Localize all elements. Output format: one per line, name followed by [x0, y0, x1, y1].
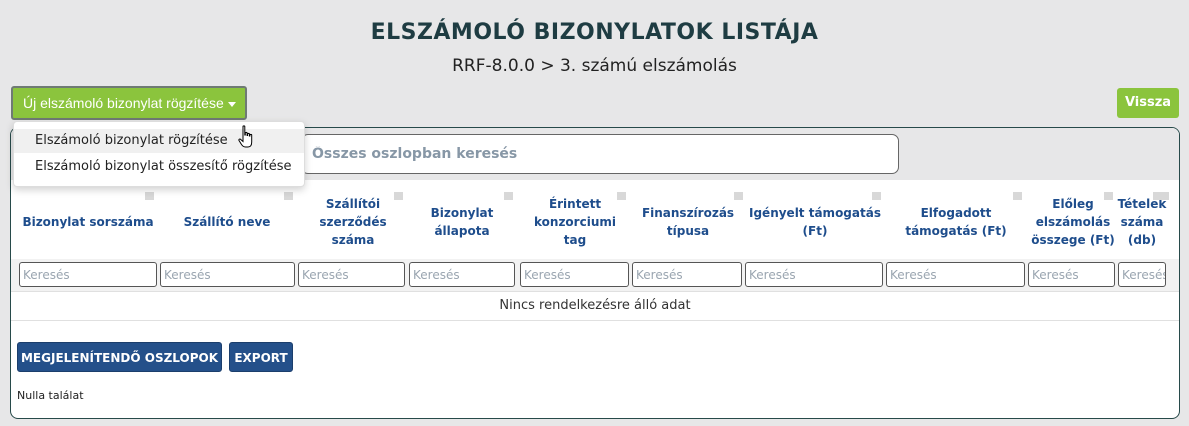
column-header-requested-support[interactable]: Igényelt támogatás (Ft)	[745, 184, 885, 259]
filter-input-document-number[interactable]	[19, 262, 157, 287]
table-header: Bizonylat sorszáma Szállító neve Szállít…	[11, 184, 1179, 259]
menu-item-new-summary-document[interactable]: Elszámoló bizonylat összesítő rögzítése	[14, 155, 304, 179]
filter-input-document-status[interactable]	[409, 262, 515, 287]
column-header-consortium-member[interactable]: Érintett konzorciumi tag	[521, 184, 629, 259]
new-document-dropdown-button[interactable]: Új elszámoló bizonylat rögzítése	[11, 86, 247, 120]
filter-input-item-count[interactable]	[1118, 262, 1166, 287]
sort-icon[interactable]	[394, 192, 403, 200]
sort-icon[interactable]	[145, 192, 154, 200]
menu-item-new-document[interactable]: Elszámoló bizonylat rögzítése	[14, 129, 304, 153]
column-header-document-status[interactable]: Bizonylat állapota	[411, 184, 513, 259]
column-header-supplier-name[interactable]: Szállító neve	[161, 184, 293, 259]
column-header-accepted-support[interactable]: Elfogadott támogatás (Ft)	[887, 184, 1025, 259]
page-title: ELSZÁMOLÓ BIZONYLATOK LISTÁJA	[370, 20, 819, 45]
filter-input-advance-amount[interactable]	[1028, 262, 1115, 287]
filter-input-supplier-name[interactable]	[160, 262, 295, 287]
global-search-input[interactable]	[301, 134, 899, 174]
column-header-document-number[interactable]: Bizonylat sorszáma	[17, 184, 159, 259]
page-subtitle: RRF-8.0.0 > 3. számú elszámolás	[452, 56, 737, 76]
sort-icon[interactable]	[504, 192, 513, 200]
filter-input-supplier-contract[interactable]	[298, 262, 405, 287]
filter-input-financing-type[interactable]	[632, 262, 742, 287]
caret-down-icon	[228, 102, 236, 107]
sort-icon[interactable]	[734, 192, 743, 200]
back-button[interactable]: Vissza	[1117, 88, 1179, 118]
sort-icon[interactable]	[1153, 192, 1169, 200]
column-header-supplier-contract[interactable]: Szállítói szerződés száma	[299, 184, 407, 259]
empty-table-message: Nincs rendelkezésre álló adat	[11, 292, 1179, 321]
filter-input-requested-support[interactable]	[745, 262, 883, 287]
export-button[interactable]: EXPORT	[229, 342, 293, 372]
sort-icon[interactable]	[284, 192, 293, 200]
hand-pointer-cursor-icon	[238, 125, 253, 148]
sort-icon[interactable]	[872, 192, 881, 200]
sort-icon[interactable]	[1104, 192, 1113, 200]
new-document-dropdown-menu: Elszámoló bizonylat rögzítése Elszámoló …	[13, 121, 305, 187]
column-header-financing-type[interactable]: Finanszírozás típusa	[633, 184, 743, 259]
filter-input-consortium-member[interactable]	[520, 262, 629, 287]
visible-columns-button[interactable]: MEGJELENÍTENDŐ OSZLOPOK	[17, 342, 222, 372]
filter-input-accepted-support[interactable]	[886, 262, 1025, 287]
result-count: Nulla találat	[17, 389, 84, 402]
filter-row	[11, 259, 1179, 292]
sort-icon[interactable]	[1013, 192, 1022, 200]
sort-icon[interactable]	[617, 192, 626, 200]
new-document-button-label: Új elszámoló bizonylat rögzítése	[23, 95, 224, 111]
